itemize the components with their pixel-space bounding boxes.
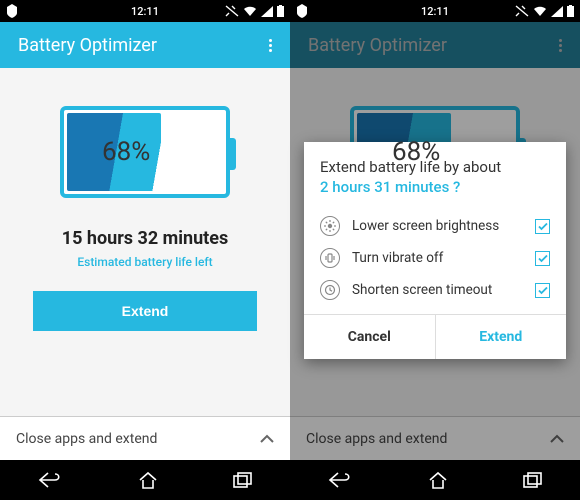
estimated-time-label: Estimated battery life left [77,255,212,269]
extend-button[interactable]: Extend [33,291,257,331]
main-content: 68% 15 hours 32 minutes Estimated batter… [0,68,290,416]
phone-main: 12:11 Battery Optimizer 68% 15 hours [0,0,290,500]
close-apps-label: Close apps and extend [16,431,157,447]
timeout-icon [320,280,340,300]
battery-percentage: 68% [64,137,150,167]
status-bar: 12:11 [290,0,580,22]
overflow-menu-button[interactable] [265,33,276,58]
chevron-up-icon [260,434,274,443]
close-apps-row[interactable]: Close apps and extend [0,416,290,460]
dialog-cancel-button[interactable]: Cancel [304,315,436,359]
option-label: Turn vibrate off [352,250,443,266]
checkbox-checked[interactable] [535,283,550,298]
battery-percentage: 68% [354,137,440,167]
checkbox-checked[interactable] [535,251,550,266]
nav-home-button[interactable] [138,471,158,489]
option-vibrate[interactable]: Turn vibrate off [320,242,550,274]
dialog-actions: Cancel Extend [304,314,566,359]
dialog-extend-button[interactable]: Extend [436,315,567,359]
app-title: Battery Optimizer [18,35,265,56]
option-label: Lower screen brightness [352,218,499,234]
nav-recent-button[interactable] [233,472,253,488]
brightness-icon [320,216,340,236]
dialog-title-line2: 2 hours 31 minutes ? [320,178,550,196]
status-bar: 12:11 [0,0,290,22]
dialog-options: Lower screen brightness Turn vibrate off [320,210,550,306]
checkbox-checked[interactable] [535,219,550,234]
app-bar: Battery Optimizer [0,22,290,68]
option-label: Shorten screen timeout [352,282,492,298]
vibrate-icon [320,248,340,268]
nav-home-button[interactable] [428,471,448,489]
nav-bar [0,460,290,500]
status-time: 12:11 [290,5,580,18]
estimated-time: 15 hours 32 minutes [62,228,228,249]
nav-back-button[interactable] [327,471,353,489]
phone-dialog: 12:11 Battery Optimizer 68% 15 hours [290,0,580,500]
battery-graphic: 68% [60,106,230,198]
option-brightness[interactable]: Lower screen brightness [320,210,550,242]
option-timeout[interactable]: Shorten screen timeout [320,274,550,306]
nav-recent-button[interactable] [523,472,543,488]
status-time: 12:11 [0,5,290,18]
extend-dialog: Extend battery life by about 2 hours 31 … [304,142,566,359]
nav-back-button[interactable] [37,471,63,489]
nav-bar [290,460,580,500]
